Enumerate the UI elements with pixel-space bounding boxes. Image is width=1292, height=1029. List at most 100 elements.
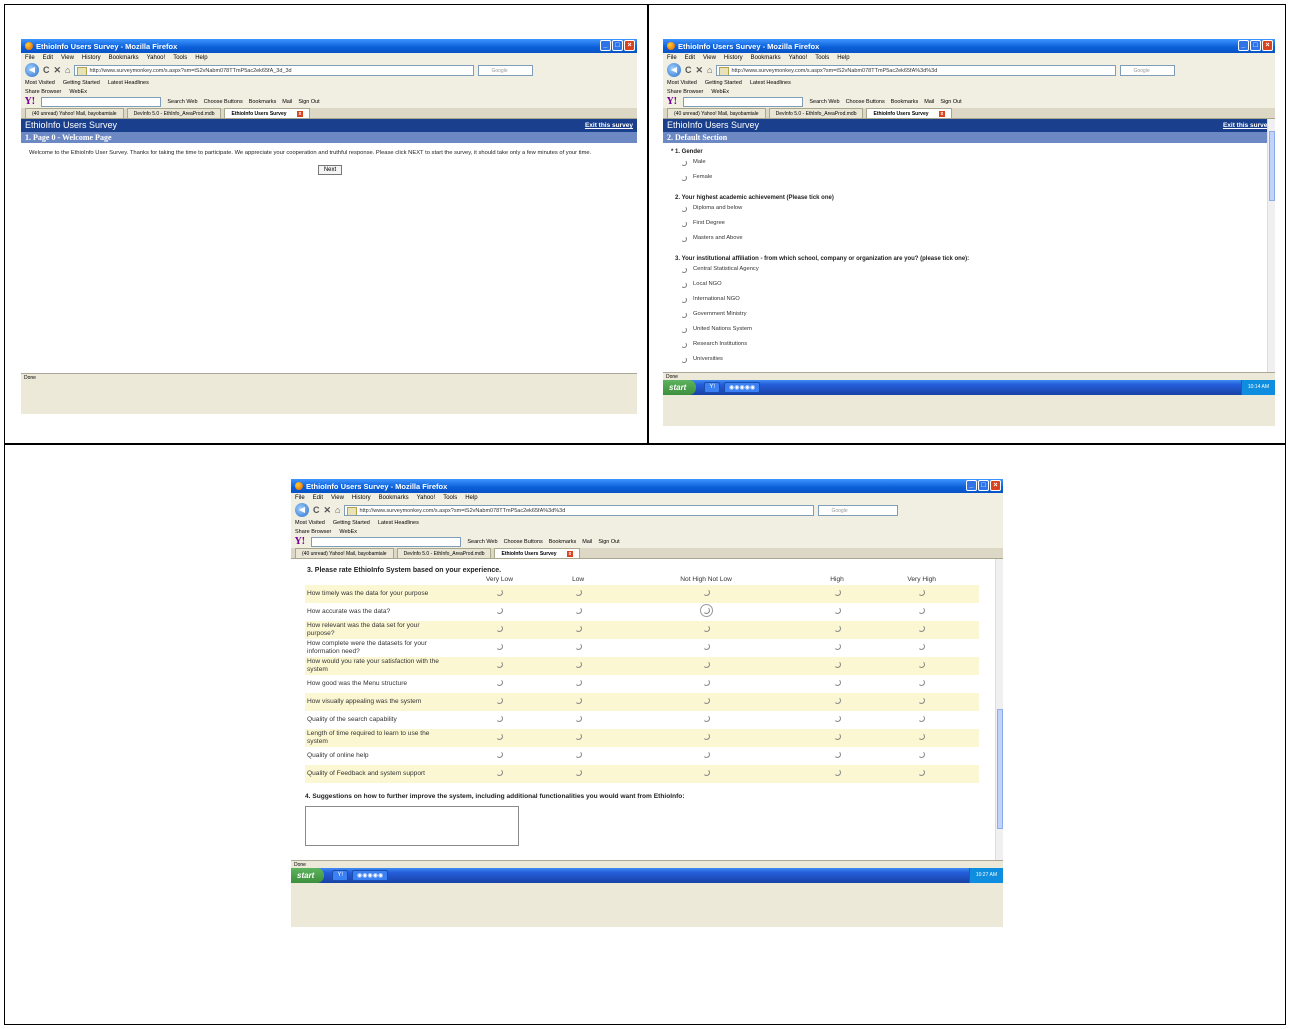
menu-yahoo[interactable]: Yahoo! <box>789 55 808 61</box>
radio-button[interactable] <box>918 589 926 596</box>
tab-close-icon[interactable]: x <box>566 551 574 557</box>
radio-button[interactable] <box>833 589 841 596</box>
yahoo-sign-out[interactable]: Sign Out <box>298 99 319 105</box>
option-first-degree[interactable]: First Degree <box>663 216 1275 231</box>
menu-file[interactable]: File <box>25 55 35 61</box>
radio-button[interactable] <box>574 625 582 632</box>
yahoo-logo-icon[interactable]: Y! <box>295 537 305 547</box>
radio-button[interactable] <box>574 697 582 704</box>
radio-button[interactable] <box>574 661 582 668</box>
radio-button[interactable] <box>702 751 710 758</box>
reload-icon[interactable]: C <box>685 65 692 75</box>
radio-button[interactable] <box>495 769 503 776</box>
search-input[interactable]: Google <box>478 64 534 76</box>
radio-button[interactable] <box>702 625 710 632</box>
radio-button[interactable] <box>681 341 687 348</box>
menu-history[interactable]: History <box>82 55 101 61</box>
radio-button[interactable] <box>495 625 503 632</box>
yahoo-bookmarks[interactable]: Bookmarks <box>549 539 577 545</box>
menu-edit[interactable]: Edit <box>43 55 53 61</box>
radio-button[interactable] <box>495 643 503 650</box>
radio-button[interactable] <box>702 661 710 668</box>
radio-button[interactable] <box>574 769 582 776</box>
minimize-icon[interactable]: _ <box>1238 40 1249 51</box>
menu-history[interactable]: History <box>352 495 371 501</box>
taskbar-media-icon[interactable]: ◉◉◉◉◉ <box>352 870 389 881</box>
radio-button[interactable] <box>574 679 582 686</box>
menu-history[interactable]: History <box>724 55 743 61</box>
radio-button[interactable] <box>833 607 841 614</box>
menu-bookmarks[interactable]: Bookmarks <box>751 55 781 61</box>
radio-button[interactable] <box>918 751 926 758</box>
radio-button[interactable] <box>574 607 582 614</box>
radio-button[interactable] <box>681 205 687 212</box>
radio-button[interactable] <box>918 769 926 776</box>
radio-button[interactable] <box>681 266 687 273</box>
home-icon[interactable]: ⌂ <box>335 505 340 515</box>
bookmark-getting-started[interactable]: Getting Started <box>63 80 100 86</box>
url-bar[interactable]: http://www.surveymonkey.com/s.aspx?sm=tS… <box>716 64 1117 76</box>
tab-devinfo[interactable]: DevInfo 5.0 - EthInfo_AreaProd.mdb <box>126 108 222 118</box>
scroll-thumb[interactable] <box>997 709 1003 829</box>
maximize-icon[interactable]: □ <box>612 40 623 51</box>
yahoo-search-web[interactable]: Search Web <box>467 539 497 545</box>
next-button[interactable]: Next <box>318 165 342 175</box>
menu-help[interactable]: Help <box>837 55 849 61</box>
menu-tools[interactable]: Tools <box>815 55 829 61</box>
radio-button[interactable] <box>702 769 710 776</box>
share-browser-button[interactable]: Share Browser <box>295 529 331 535</box>
radio-button[interactable] <box>681 174 687 181</box>
option-masters[interactable]: Masters and Above <box>663 231 1275 246</box>
share-browser-button[interactable]: Share Browser <box>25 89 61 95</box>
radio-button[interactable] <box>833 643 841 650</box>
back-arrow-icon[interactable]: ◀ <box>295 503 309 517</box>
yahoo-choose-buttons[interactable]: Choose Buttons <box>846 99 885 105</box>
taskbar-media-icon[interactable]: ◉◉◉◉◉ <box>724 382 761 393</box>
radio-button[interactable] <box>681 311 687 318</box>
radio-button[interactable] <box>702 679 710 686</box>
radio-button[interactable] <box>574 715 582 722</box>
radio-button[interactable] <box>918 661 926 668</box>
yahoo-choose-buttons[interactable]: Choose Buttons <box>204 99 243 105</box>
radio-button[interactable] <box>495 607 503 614</box>
bookmark-most-visited[interactable]: Most Visited <box>25 80 55 86</box>
radio-button[interactable] <box>833 661 841 668</box>
tab-close-icon[interactable]: x <box>938 111 946 117</box>
yahoo-search-web[interactable]: Search Web <box>809 99 839 105</box>
menu-view[interactable]: View <box>331 495 344 501</box>
radio-button[interactable] <box>495 661 503 668</box>
webex-button[interactable]: WebEx <box>711 89 729 95</box>
yahoo-mail[interactable]: Mail <box>924 99 934 105</box>
yahoo-mail[interactable]: Mail <box>582 539 592 545</box>
yahoo-choose-buttons[interactable]: Choose Buttons <box>504 539 543 545</box>
radio-button[interactable] <box>574 751 582 758</box>
radio-button[interactable] <box>574 643 582 650</box>
home-icon[interactable]: ⌂ <box>65 65 70 75</box>
menu-help[interactable]: Help <box>195 55 207 61</box>
radio-button[interactable] <box>681 235 687 242</box>
menu-bookmarks[interactable]: Bookmarks <box>379 495 409 501</box>
option-universities[interactable]: Universities <box>663 352 1275 367</box>
menu-yahoo[interactable]: Yahoo! <box>417 495 436 501</box>
radio-button[interactable] <box>918 607 926 614</box>
stop-icon[interactable]: ✕ <box>54 65 62 76</box>
radio-button[interactable] <box>681 356 687 363</box>
option-diploma[interactable]: Diploma and below <box>663 201 1275 216</box>
radio-button[interactable] <box>495 733 503 740</box>
close-icon[interactable]: × <box>1262 40 1273 51</box>
exit-survey-link[interactable]: Exit this survey <box>585 119 633 132</box>
bookmark-most-visited[interactable]: Most Visited <box>295 520 325 526</box>
radio-button[interactable] <box>833 679 841 686</box>
maximize-icon[interactable]: □ <box>1250 40 1261 51</box>
bookmark-latest-headlines[interactable]: Latest Headlines <box>378 520 419 526</box>
option-international-ngo[interactable]: International NGO <box>663 292 1275 307</box>
radio-button[interactable] <box>918 733 926 740</box>
tab-yahoo-mail[interactable]: (40 unread) Yahoo! Mail, bayobamtale <box>667 108 766 118</box>
tab-ethioinfo-survey[interactable]: EthioInfo Users Survey x <box>224 108 311 118</box>
radio-button[interactable] <box>495 715 503 722</box>
radio-button[interactable] <box>833 625 841 632</box>
menu-tools[interactable]: Tools <box>443 495 457 501</box>
yahoo-logo-icon[interactable]: Y! <box>667 97 677 107</box>
radio-button[interactable] <box>574 589 582 596</box>
vertical-scrollbar[interactable] <box>1267 119 1275 372</box>
